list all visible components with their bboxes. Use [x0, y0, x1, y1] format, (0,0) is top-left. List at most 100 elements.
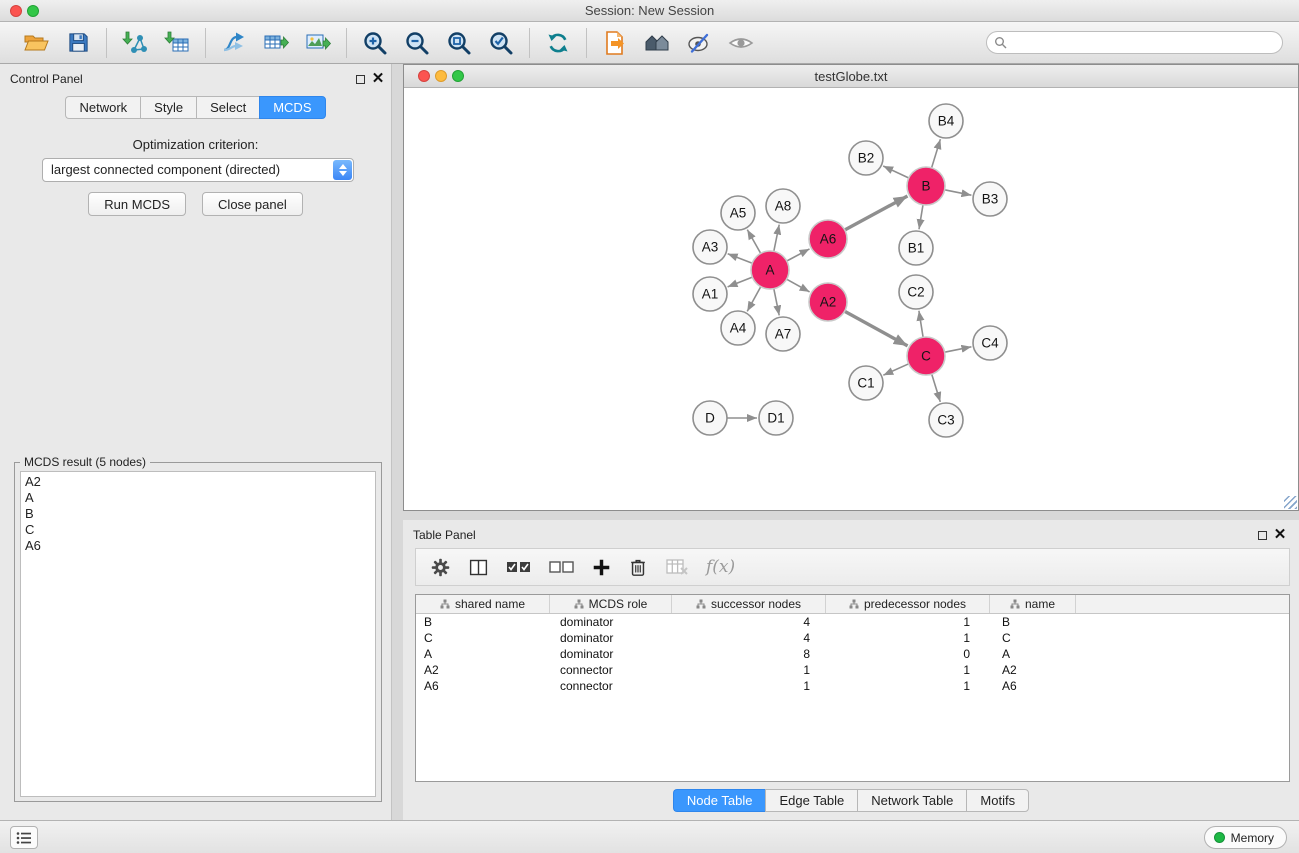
graph-edge-A2-C[interactable] — [845, 311, 908, 346]
export-document-button[interactable] — [601, 29, 629, 57]
table-cell[interactable]: 4 — [672, 614, 826, 630]
graph-node-C2[interactable]: C2 — [899, 275, 933, 309]
function-builder-button[interactable]: f(x) — [706, 557, 735, 577]
close-panel-button-mcds[interactable]: Close panel — [202, 192, 303, 216]
table-tab-node-table[interactable]: Node Table — [673, 789, 766, 812]
graph-edge-A-A6[interactable] — [787, 249, 810, 261]
table-cell[interactable]: dominator — [550, 630, 672, 646]
table-cell[interactable]: 1 — [826, 614, 990, 630]
show-hide-button[interactable] — [727, 29, 755, 57]
graph-edge-A-A4[interactable] — [747, 287, 761, 312]
tab-select[interactable]: Select — [196, 96, 259, 119]
table-row[interactable]: A6connector11A6 — [416, 678, 1289, 694]
refresh-layout-button[interactable] — [544, 29, 572, 57]
table-cell[interactable]: C — [416, 630, 550, 646]
table-cell[interactable]: A — [416, 646, 550, 662]
close-window-button[interactable] — [10, 5, 22, 17]
tab-style[interactable]: Style — [140, 96, 196, 119]
graph-edge-A-A5[interactable] — [747, 230, 760, 254]
table-close-button[interactable]: ✕ — [1273, 528, 1287, 542]
save-session-button[interactable] — [64, 29, 92, 57]
network-canvas[interactable]: B4B2BB3A5A8A6B1A3AC2A1A2A4A7C4CC1C3DD1 — [404, 89, 1298, 510]
graph-node-A2[interactable]: A2 — [809, 283, 847, 321]
graph-node-A8[interactable]: A8 — [766, 189, 800, 223]
table-float-button[interactable] — [1255, 528, 1269, 542]
zoom-fit-button[interactable] — [445, 29, 473, 57]
column-header-MCDS-role[interactable]: MCDS role — [550, 595, 672, 613]
graph-edge-C-C1[interactable] — [883, 364, 908, 375]
close-panel-button[interactable]: ✕ — [371, 72, 385, 86]
graph-edge-A-A8[interactable] — [774, 225, 779, 252]
graph-node-B1[interactable]: B1 — [899, 231, 933, 265]
import-network-button[interactable] — [121, 29, 149, 57]
graph-node-A7[interactable]: A7 — [766, 317, 800, 351]
network-minimize-button[interactable] — [435, 70, 447, 82]
graph-edge-B-B3[interactable] — [945, 190, 972, 195]
delete-table-button[interactable] — [665, 557, 689, 577]
table-cell[interactable]: connector — [550, 662, 672, 678]
table-cell[interactable]: dominator — [550, 614, 672, 630]
table-cell[interactable]: 1 — [826, 630, 990, 646]
network-window-titlebar[interactable]: testGlobe.txt — [404, 65, 1298, 88]
table-row[interactable]: A2connector11A2 — [416, 662, 1289, 678]
table-cell[interactable]: connector — [550, 678, 672, 694]
graph-node-B2[interactable]: B2 — [849, 141, 883, 175]
network-zoom-button[interactable] — [452, 70, 464, 82]
graph-edge-C-C4[interactable] — [945, 347, 972, 352]
search-input[interactable] — [986, 31, 1283, 54]
window-resize-handle[interactable] — [1284, 496, 1297, 509]
unselect-all-button[interactable] — [549, 559, 575, 575]
optimization-criterion-dropdown[interactable]: largest connected component (directed) — [42, 158, 354, 182]
mcds-result-item[interactable]: A6 — [25, 538, 371, 554]
graph-edge-C-C2[interactable] — [919, 311, 923, 337]
table-cell[interactable]: A2 — [416, 662, 550, 678]
table-cell[interactable]: 1 — [826, 662, 990, 678]
export-table-button[interactable] — [262, 29, 290, 57]
run-mcds-button[interactable]: Run MCDS — [88, 192, 186, 216]
zoom-selected-button[interactable] — [487, 29, 515, 57]
graph-edge-A-A1[interactable] — [728, 277, 753, 287]
export-image-button[interactable] — [304, 29, 332, 57]
table-mode-button[interactable] — [430, 557, 451, 578]
graph-node-C1[interactable]: C1 — [849, 366, 883, 400]
zoom-window-button[interactable] — [27, 5, 39, 17]
graph-edge-B-B2[interactable] — [883, 166, 909, 178]
table-cell[interactable]: A6 — [416, 678, 550, 694]
graph-node-A[interactable]: A — [751, 251, 789, 289]
table-cell[interactable]: B — [990, 614, 1076, 630]
graphics-details-button[interactable] — [685, 29, 713, 57]
import-table-button[interactable] — [163, 29, 191, 57]
graph-edge-A-A7[interactable] — [774, 289, 779, 316]
table-tab-network-table[interactable]: Network Table — [857, 789, 966, 812]
table-cell[interactable]: dominator — [550, 646, 672, 662]
graph-node-C3[interactable]: C3 — [929, 403, 963, 437]
table-cell[interactable]: 0 — [826, 646, 990, 662]
table-tab-motifs[interactable]: Motifs — [966, 789, 1029, 812]
table-cell[interactable]: 1 — [672, 678, 826, 694]
graph-node-C4[interactable]: C4 — [973, 326, 1007, 360]
graph-node-A5[interactable]: A5 — [721, 196, 755, 230]
table-cell[interactable]: C — [990, 630, 1076, 646]
table-cell[interactable]: A2 — [990, 662, 1076, 678]
table-cell[interactable]: 1 — [826, 678, 990, 694]
column-header-shared-name[interactable]: shared name — [416, 595, 550, 613]
zoom-in-button[interactable] — [361, 29, 389, 57]
table-row[interactable]: Bdominator41B — [416, 614, 1289, 630]
tab-mcds[interactable]: MCDS — [259, 96, 325, 119]
graph-node-C[interactable]: C — [907, 337, 945, 375]
graph-node-B[interactable]: B — [907, 167, 945, 205]
show-panel-list-button[interactable] — [10, 826, 38, 849]
delete-column-button[interactable] — [628, 557, 648, 577]
column-header-predecessor-nodes[interactable]: predecessor nodes — [826, 595, 990, 613]
mcds-result-item[interactable]: A2 — [25, 474, 371, 490]
zoom-out-button[interactable] — [403, 29, 431, 57]
table-cell[interactable]: B — [416, 614, 550, 630]
open-file-button[interactable] — [22, 29, 50, 57]
table-cell[interactable]: A6 — [990, 678, 1076, 694]
graph-node-B4[interactable]: B4 — [929, 104, 963, 138]
graph-edge-C-C3[interactable] — [932, 374, 941, 402]
table-tab-edge-table[interactable]: Edge Table — [765, 789, 857, 812]
mcds-result-list[interactable]: A2ABCA6 — [20, 471, 376, 797]
select-all-button[interactable] — [506, 559, 532, 575]
graph-node-A6[interactable]: A6 — [809, 220, 847, 258]
